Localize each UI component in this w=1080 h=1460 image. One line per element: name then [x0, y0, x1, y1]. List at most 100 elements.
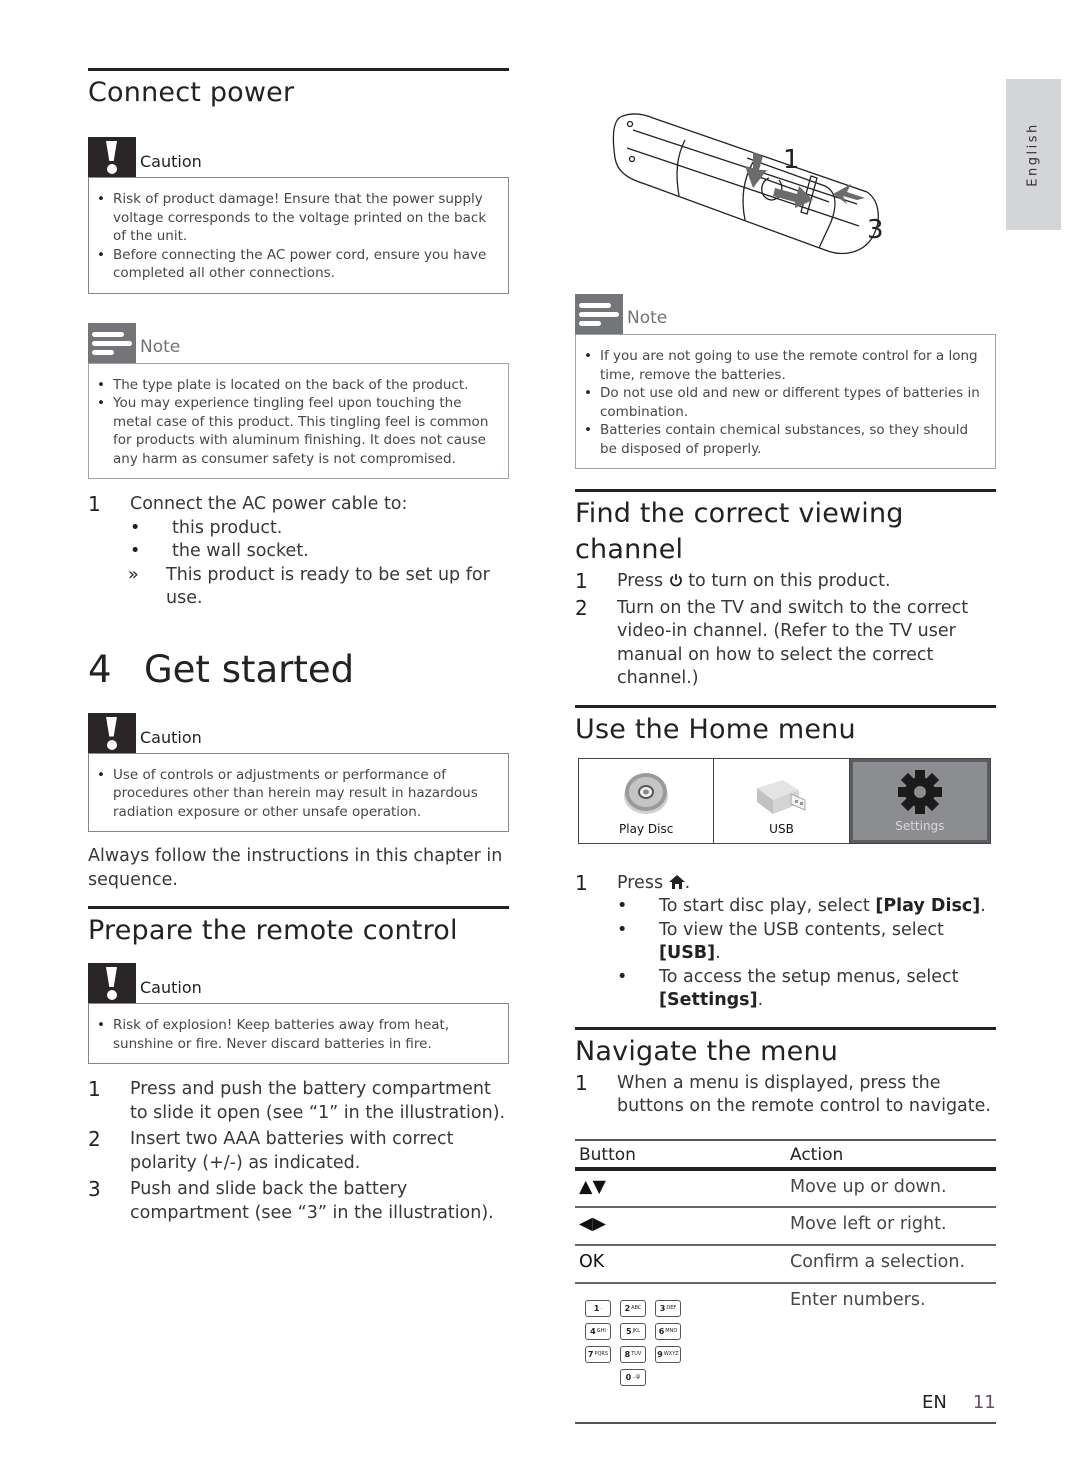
step-item: 2 Turn on the TV and switch to the correc…	[575, 595, 969, 688]
step-item: 2 Insert two AAA batteries with correct p…	[88, 1127, 454, 1173]
note-icon	[88, 322, 136, 363]
section-heading-navigate-menu: Navigate the menu	[575, 1026, 996, 1070]
sub-item: • the wall socket.	[130, 541, 309, 561]
key-0: 0 ..@	[620, 1368, 646, 1386]
key-5: 5 JKL	[620, 1322, 646, 1340]
table-row: ◀▶ Move left or right.	[575, 1206, 996, 1246]
sub-item: • this product.	[130, 517, 283, 538]
column-header-button: Button	[575, 1138, 786, 1171]
callout-number-3: 3	[867, 215, 884, 245]
note-item: Batteries contain chemical substances, s…	[580, 421, 983, 458]
power-icon	[669, 571, 683, 587]
numeric-keypad-cell: 1. 2 ABC 3 DEF 4 GHI 5 JKL 6 MNO 7 PQRS 8 TUV 9…	[575, 1282, 786, 1424]
left-right-arrows-icon: ◀▶	[575, 1206, 786, 1246]
action-cell: Move up or down.	[786, 1168, 996, 1208]
sub-item: • To view the USB contents, select [USB].	[617, 919, 944, 964]
step-item: 1 When a menu is displayed, press the but…	[575, 1070, 991, 1116]
caution-item: Risk of product damage! Ensure that the …	[93, 190, 496, 246]
navigate-steps: 1 When a menu is displayed, press the but…	[575, 1070, 996, 1119]
note-item: If you are not going to use the remote c…	[580, 347, 983, 384]
remote-control-drawing: 1 3	[612, 113, 884, 254]
step-item: 3 Push and slide back the battery compart…	[88, 1177, 494, 1223]
numeric-keypad-icon: 1. 2 ABC 3 DEF 4 GHI 5 JKL 6 MNO 7 PQRS 8 TUV 9…	[585, 1299, 782, 1386]
sub-item: » This product is ready to be set up for …	[128, 564, 490, 609]
note-box-batteries: Note If you are not going to use the rem…	[575, 294, 996, 469]
step-text: Connect the AC power cable to:	[130, 494, 408, 514]
note-title: Note	[627, 308, 668, 328]
home-icon	[668, 873, 685, 889]
caution-icon	[88, 137, 136, 177]
chapter-intro: Always follow the instructions in this c…	[88, 846, 503, 890]
sub-item: • To start disc play, select [Play Disc].	[617, 896, 986, 916]
caution-item: Use of controls or adjustments or perfor…	[93, 766, 496, 822]
caution-box-remote: Caution Risk of explosion! Keep batterie…	[88, 963, 509, 1064]
power-steps: 1 Connect the AC power cable to: • this p…	[88, 492, 509, 611]
navigation-table: Button Action ▲▼ Move up or down. ◀▶ Mov…	[575, 1138, 996, 1424]
note-box-power: Note The type plate is located on the ba…	[88, 322, 509, 479]
page-number: 11	[972, 1392, 996, 1413]
home-menu-screenshot: Play Disc USB Settings	[578, 757, 991, 844]
home-tile-label: Settings	[895, 818, 945, 833]
action-cell: Confirm a selection.	[786, 1244, 996, 1284]
chapter-name: Get started	[144, 647, 355, 691]
key-9: 9 WXYZ	[655, 1345, 681, 1363]
key-1: 1.	[585, 1299, 611, 1317]
gear-icon	[897, 769, 942, 814]
home-tile-settings[interactable]: Settings	[849, 758, 990, 843]
up-down-arrows-icon: ▲▼	[575, 1168, 786, 1208]
caution-icon	[88, 712, 136, 753]
chapter-title: 4 Get started	[88, 647, 509, 693]
table-row: ▲▼ Move up or down.	[575, 1168, 996, 1208]
left-column: Connect power Caution Risk of product da…	[88, 68, 509, 1225]
remote-steps: 1 Press and push the battery compartment …	[88, 1077, 509, 1225]
note-title: Note	[140, 336, 181, 357]
language-code: EN	[922, 1392, 947, 1413]
key-6: 6 MNO	[655, 1322, 681, 1340]
step-item: 1 Press to turn on this product.	[575, 569, 891, 593]
note-icon	[575, 294, 623, 334]
language-label: English	[1026, 122, 1042, 187]
note-item: Do not use old and new or different type…	[580, 384, 983, 421]
disc-icon	[624, 772, 669, 814]
step-item: 1 Press and push the battery compartment …	[88, 1077, 506, 1123]
caution-title: Caution	[140, 727, 202, 747]
key-3: 3 DEF	[655, 1299, 681, 1317]
channel-steps: 1 Press to turn on this product. 2 Turn o…	[575, 569, 996, 691]
sub-item: • To access the setup menus, select [Sett…	[617, 966, 959, 1011]
step-item: 1 Connect the AC power cable to: • this p…	[88, 492, 509, 611]
home-tile-label: Play Disc	[619, 821, 674, 836]
home-tile-play-disc[interactable]: Play Disc	[579, 758, 715, 843]
callout-number-1: 1	[783, 145, 800, 175]
chapter-number: 4	[88, 647, 112, 691]
section-heading-find-channel: Find the correct viewing channel	[575, 489, 996, 568]
usb-drive-icon	[757, 779, 806, 814]
caution-icon	[88, 963, 136, 1003]
home-tile-label: USB	[769, 821, 794, 836]
column-header-action: Action	[786, 1138, 996, 1171]
caution-box-power: Caution Risk of product damage! Ensure t…	[88, 137, 509, 294]
caution-item: Risk of explosion! Keep batteries away f…	[93, 1016, 496, 1053]
caution-title: Caution	[140, 978, 202, 997]
section-heading-prepare-remote: Prepare the remote control	[88, 906, 509, 949]
key-8: 8 TUV	[620, 1345, 646, 1363]
home-tile-usb[interactable]: USB	[714, 758, 850, 843]
step-item: 1 Press . • To start disc play, select [P…	[575, 871, 996, 1013]
home-menu-steps: 1 Press . • To start disc play, select [P…	[575, 871, 996, 1013]
remote-battery-illustration: 1 3	[575, 100, 996, 260]
key-7: 7 PQRS	[585, 1345, 611, 1363]
section-heading-connect-power: Connect power	[88, 68, 509, 111]
page-footer: EN 11	[922, 1392, 996, 1413]
caution-box-get-started: Caution Use of controls or adjustments o…	[88, 712, 509, 832]
table-row: OK Confirm a selection.	[575, 1244, 996, 1284]
language-tab: English	[1006, 79, 1061, 230]
section-heading-home-menu: Use the Home menu	[575, 704, 996, 748]
note-item: You may experience tingling feel upon to…	[93, 394, 496, 468]
caution-title: Caution	[140, 152, 202, 171]
action-cell: Move left or right.	[786, 1206, 996, 1246]
caution-item: Before connecting the AC power cord, ens…	[93, 246, 496, 283]
key-2: 2 ABC	[620, 1299, 646, 1317]
ok-button-label: OK	[575, 1244, 786, 1284]
note-item: The type plate is located on the back of…	[93, 376, 496, 395]
right-column: 1 3 Note If you are not going to use the…	[575, 100, 996, 1424]
key-4: 4 GHI	[585, 1322, 611, 1340]
